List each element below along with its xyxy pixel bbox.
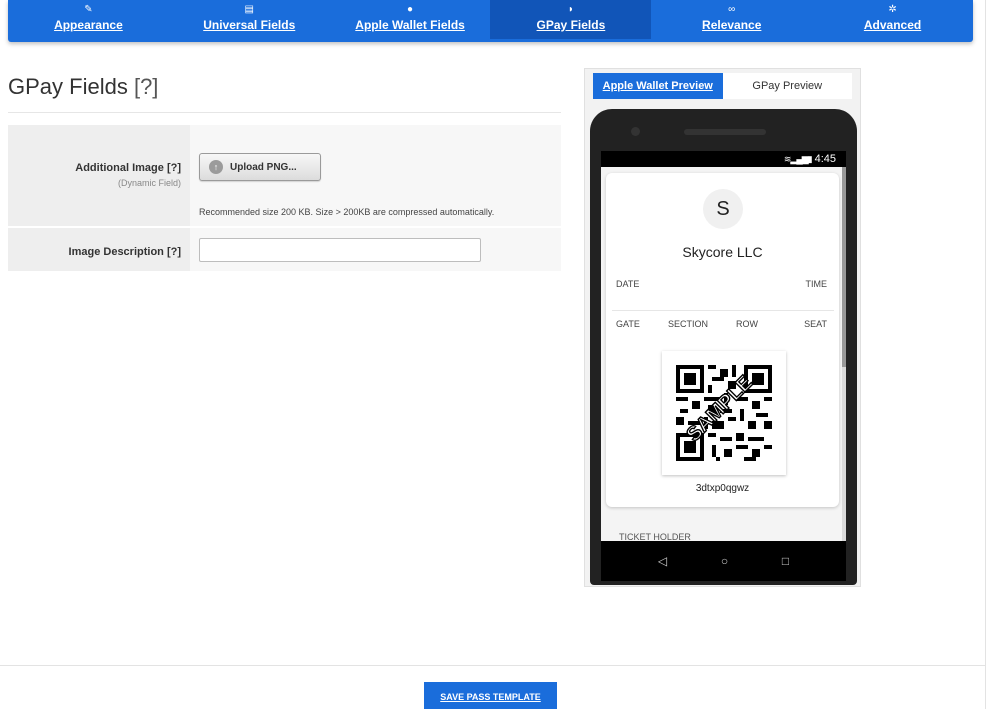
tab-apple-wallet-fields[interactable]: ● Apple Wallet Fields [330, 0, 491, 42]
speaker-icon [684, 129, 766, 135]
tab-universal-fields[interactable]: ▤ Universal Fields [169, 0, 330, 42]
field-label-cell: Additional Image [?] (Dynamic Field) [8, 125, 190, 226]
tab-gpay-preview[interactable]: GPay Preview [722, 73, 852, 99]
field-value-cell: ↑ Upload PNG... Recommended size 200 KB.… [190, 125, 561, 226]
status-bar: ≋▂▄▆▮ 4:45 [601, 151, 846, 167]
tab-advanced[interactable]: ✲ Advanced [812, 0, 973, 42]
qr-code: SAMPLE [662, 351, 786, 475]
tab-gpay-fields[interactable]: ◗ GPay Fields [490, 0, 652, 39]
time-label: TIME [805, 279, 828, 289]
tab-apple-wallet-preview[interactable]: Apple Wallet Preview [593, 73, 723, 99]
dynamic-field-note: (Dynamic Field) [117, 178, 181, 188]
apple-icon: ● [407, 4, 414, 15]
tab-label: Relevance [702, 18, 762, 32]
additional-image-label: Additional Image [?] [8, 162, 181, 174]
scrollbar-thumb[interactable] [842, 167, 846, 367]
heading-divider [8, 112, 561, 113]
divider [612, 310, 834, 311]
upload-png-button[interactable]: ↑ Upload PNG... [199, 153, 321, 181]
phone-screen: ≋▂▄▆▮ 4:45 S Skycore LLC DATE TIME GATE … [601, 151, 846, 581]
field-label-cell: Image Description [?] [8, 228, 190, 271]
preview-panel: Apple Wallet Preview GPay Preview ≋▂▄▆▮ … [584, 68, 861, 587]
phone-frame: ≋▂▄▆▮ 4:45 S Skycore LLC DATE TIME GATE … [590, 109, 857, 585]
gate-label: GATE [616, 319, 640, 329]
page-title: GPay Fields [?] [8, 74, 158, 100]
page-title-text: GPay Fields [8, 74, 128, 99]
document-icon: ▤ [244, 4, 254, 15]
page: ✎ Appearance ▤ Universal Fields ● Apple … [0, 0, 986, 709]
scrollbar[interactable] [842, 167, 846, 541]
image-description-row: Image Description [?] [8, 228, 561, 273]
tab-label: Apple Wallet Fields [355, 18, 465, 32]
pass-card: S Skycore LLC DATE TIME GATE SECTION ROW… [606, 173, 839, 507]
barcode-text: 3dtxp0qgwz [695, 483, 750, 494]
home-icon[interactable]: ○ [721, 554, 728, 568]
preview-tabs: Apple Wallet Preview GPay Preview [593, 73, 852, 99]
image-description-label: Image Description [?] [8, 246, 181, 258]
seat-label: SEAT [804, 319, 827, 329]
tab-label: Universal Fields [203, 18, 296, 32]
label-text: Image Description [68, 246, 164, 258]
camera-icon [631, 127, 640, 136]
back-icon[interactable]: ◁ [658, 554, 667, 568]
row-label: ROW [736, 319, 758, 329]
gpay-fields-form: Additional Image [?] (Dynamic Field) ↑ U… [8, 125, 561, 273]
additional-image-row: Additional Image [?] (Dynamic Field) ↑ U… [8, 125, 561, 228]
tab-relevance[interactable]: ∞ Relevance [651, 0, 812, 42]
gears-icon: ✲ [888, 4, 897, 15]
qr-code-image: SAMPLE [676, 365, 772, 461]
tab-appearance[interactable]: ✎ Appearance [8, 0, 169, 42]
gpay-icon: ◗ [567, 4, 574, 15]
image-description-input[interactable] [199, 238, 481, 262]
avatar: S [703, 189, 743, 229]
tab-label: Advanced [863, 18, 922, 32]
label-text: Additional Image [75, 162, 164, 174]
field-value-cell [190, 228, 561, 271]
upload-button-label: Upload PNG... [230, 161, 297, 173]
recents-icon[interactable]: □ [782, 554, 789, 568]
company-name: Skycore LLC [682, 244, 763, 260]
save-pass-template-button[interactable]: SAVE PASS TEMPLATE [424, 682, 557, 709]
help-link[interactable]: [?] [167, 162, 181, 174]
section-label: SECTION [668, 319, 709, 329]
date-label: DATE [616, 279, 640, 289]
link-icon: ∞ [728, 4, 736, 15]
upload-size-note: Recommended size 200 KB. Size > 200KB ar… [199, 207, 495, 217]
tab-label: Appearance [54, 18, 123, 32]
android-nav-bar: ◁ ○ □ [601, 541, 846, 581]
pass-content[interactable]: S Skycore LLC DATE TIME GATE SECTION ROW… [601, 167, 846, 542]
footer-divider [0, 665, 986, 666]
magic-wand-icon: ✎ [84, 4, 93, 15]
help-link[interactable]: [?] [134, 74, 158, 99]
upload-arrow-icon: ↑ [209, 160, 223, 174]
help-link[interactable]: [?] [167, 246, 181, 258]
signal-battery-icon: ≋▂▄▆▮ [783, 153, 813, 164]
top-nav: ✎ Appearance ▤ Universal Fields ● Apple … [8, 0, 973, 42]
status-time: 4:45 [814, 153, 836, 165]
tab-label: GPay Fields [536, 18, 606, 32]
